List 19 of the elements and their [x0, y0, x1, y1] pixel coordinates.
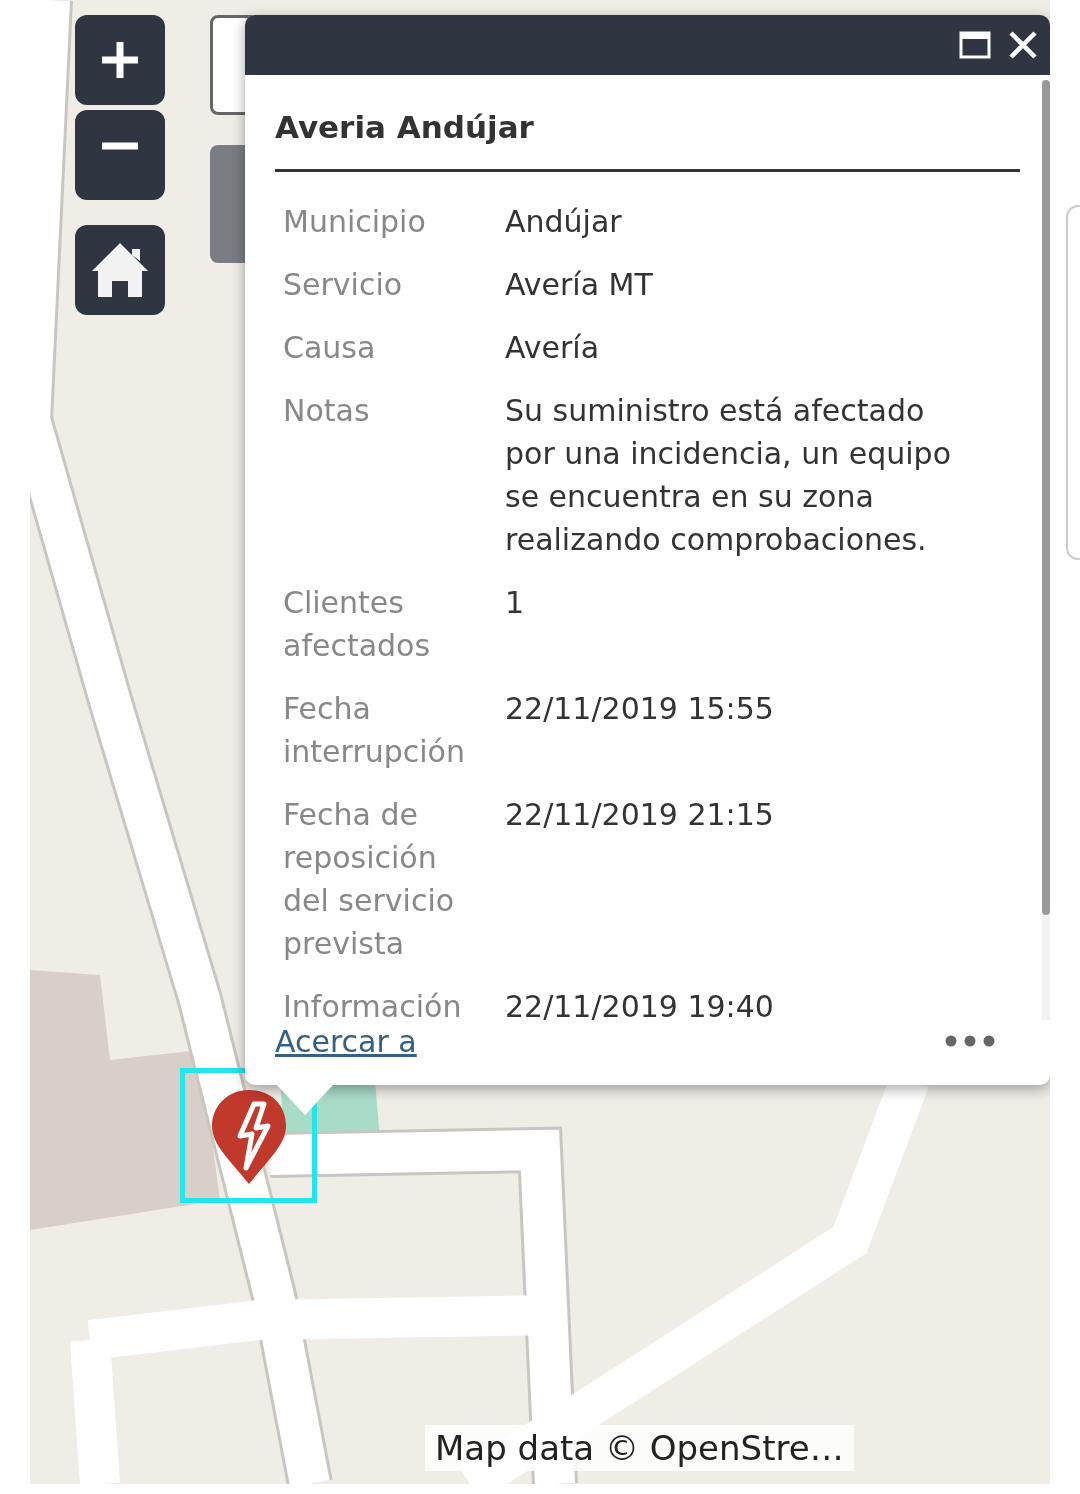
field-value: Su suministro está afectado por una incidencia, un equipo se encuentra en su zona realizando comprobaciones. — [505, 392, 952, 559]
field-value: 22/11/2019 19:40 — [505, 988, 775, 1023]
field-label: Información — [283, 988, 463, 1023]
field-value: Andújar — [505, 203, 623, 241]
field-label: Causa — [283, 329, 377, 367]
popup-title: Averia Andújar — [275, 105, 1020, 172]
field-value: 22/11/2019 21:15 — [505, 796, 775, 834]
field-value: 22/11/2019 15:55 — [505, 690, 775, 728]
field-label: Municipio — [283, 203, 427, 241]
field-value: 1 — [505, 584, 526, 622]
field-label: Fecha interrupción — [283, 690, 466, 771]
map-attribution: Map data © OpenStre… — [425, 1425, 854, 1471]
field-label: Servicio — [283, 266, 404, 304]
field-label: Fecha de reposición del servicio prevista — [283, 796, 456, 963]
zoom-to-link[interactable]: Acercar a — [275, 1023, 417, 1061]
field-label: Notas — [283, 392, 371, 430]
field-value: Avería — [505, 329, 601, 367]
field-value: Avería MT — [505, 266, 654, 304]
field-label: Clientes afectados — [283, 584, 432, 665]
